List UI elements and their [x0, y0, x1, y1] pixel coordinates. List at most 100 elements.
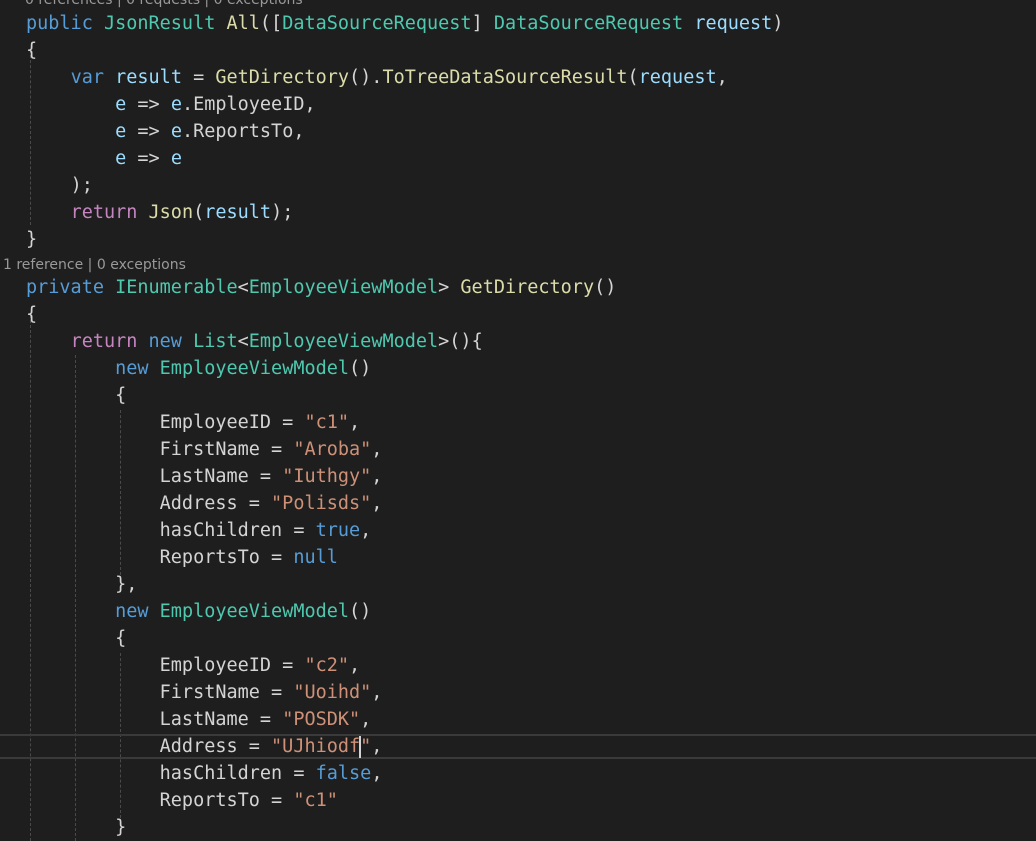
code-line[interactable]: }: [26, 226, 37, 253]
code-editor[interactable]: 0 references | 0 requests | 0 exceptions…: [0, 0, 1036, 841]
code-line[interactable]: public JsonResult All([DataSourceRequest…: [26, 10, 783, 37]
code-line[interactable]: FirstName = "Aroba",: [26, 436, 383, 463]
variable: e: [115, 121, 127, 142]
variable: result: [115, 67, 182, 88]
code-line[interactable]: e => e.EmployeeID,: [26, 91, 316, 118]
code-line[interactable]: }: [26, 814, 126, 841]
method-name: All: [226, 13, 260, 34]
null-literal: null: [293, 547, 338, 568]
punctuation: ,: [349, 655, 361, 676]
code-line[interactable]: {: [26, 37, 37, 64]
code-line[interactable]: FirstName = "Uoihd",: [26, 679, 383, 706]
code-line[interactable]: ReportsTo = "c1": [26, 787, 338, 814]
code-line[interactable]: hasChildren = false,: [26, 760, 383, 787]
method-name: Json: [148, 202, 194, 223]
punctuation: }: [26, 229, 38, 250]
keyword: private: [26, 277, 104, 298]
punctuation: >: [438, 277, 461, 298]
string-literal: "Iuthgy": [282, 466, 372, 487]
control-keyword: return: [70, 331, 138, 352]
punctuation: {: [26, 304, 38, 325]
punctuation: ): [772, 13, 784, 34]
type-name: EmployeeViewModel: [248, 277, 439, 298]
punctuation: =>: [126, 94, 171, 115]
code-line[interactable]: LastName = "Iuthgy",: [26, 463, 383, 490]
punctuation: {: [26, 40, 38, 61]
type-name: List: [193, 331, 238, 352]
code-line[interactable]: hasChildren = true,: [26, 517, 372, 544]
property: LastName: [159, 709, 249, 730]
keyword: new: [115, 601, 149, 622]
method-name: GetDirectory: [460, 277, 595, 298]
code-line[interactable]: return Json(result);: [26, 199, 294, 226]
keyword: new: [148, 331, 182, 352]
code-line[interactable]: },: [26, 571, 137, 598]
string-literal: "c1": [304, 412, 350, 433]
punctuation: =: [282, 520, 316, 541]
code-line[interactable]: var result = GetDirectory().ToTreeDataSo…: [26, 64, 728, 91]
keyword: var: [70, 67, 104, 88]
code-line[interactable]: LastName = "POSDK",: [26, 706, 372, 733]
punctuation: <: [237, 331, 249, 352]
code-line[interactable]: e => e.ReportsTo,: [26, 118, 304, 145]
property: EmployeeID: [193, 94, 305, 115]
codelens-exception-count[interactable]: 0 exceptions: [97, 257, 186, 273]
property: FirstName: [159, 439, 260, 460]
code-line[interactable]: EmployeeID = "c1",: [26, 409, 361, 436]
variable: e: [115, 94, 127, 115]
code-line[interactable]: EmployeeID = "c2",: [26, 652, 361, 679]
punctuation: ,: [304, 94, 316, 115]
punctuation: (: [193, 202, 205, 223]
punctuation: ,: [371, 466, 383, 487]
punctuation: =: [248, 466, 283, 487]
punctuation: =: [259, 547, 294, 568]
punctuation: );: [271, 202, 294, 223]
punctuation: <: [237, 277, 249, 298]
code-line[interactable]: new EmployeeViewModel(): [26, 598, 371, 625]
punctuation: ,: [360, 709, 372, 730]
punctuation: ,: [371, 736, 383, 757]
keyword: public: [26, 13, 93, 34]
code-line[interactable]: ReportsTo = null: [26, 544, 338, 571]
punctuation: >(){: [438, 331, 483, 352]
code-line[interactable]: Address = "Polisds",: [26, 490, 383, 517]
property: Address: [159, 493, 238, 514]
punctuation: =: [248, 709, 283, 730]
punctuation: (): [594, 277, 617, 298]
punctuation: =: [259, 790, 294, 811]
string-literal: "Aroba": [293, 439, 372, 460]
code-line[interactable]: e => e: [26, 145, 182, 172]
control-keyword: return: [70, 202, 138, 223]
code-line[interactable]: );: [26, 172, 93, 199]
punctuation: =>: [126, 148, 171, 169]
code-line-current[interactable]: Address = "UJhiodf",: [26, 733, 382, 760]
punctuation: =: [259, 439, 294, 460]
punctuation: ().: [349, 67, 383, 88]
codelens-reference-count[interactable]: 1 reference: [3, 257, 83, 273]
code-line[interactable]: new EmployeeViewModel(): [26, 355, 371, 382]
property: Address: [159, 736, 238, 757]
property: EmployeeID: [159, 412, 272, 433]
boolean-literal: false: [315, 763, 372, 784]
variable: e: [170, 148, 182, 169]
code-line[interactable]: private IEnumerable<EmployeeViewModel> G…: [26, 274, 616, 301]
keyword: new: [115, 358, 149, 379]
property: EmployeeID: [159, 655, 272, 676]
property: ReportsTo: [159, 547, 260, 568]
punctuation: ,: [293, 121, 305, 142]
code-line[interactable]: return new List<EmployeeViewModel>(){: [26, 328, 483, 355]
punctuation: ,: [716, 67, 728, 88]
codelens-references[interactable]: 0 references | 0 requests | 0 exceptions: [25, 0, 303, 9]
punctuation: =: [259, 682, 294, 703]
code-line[interactable]: {: [26, 301, 37, 328]
punctuation: (): [349, 601, 372, 622]
code-line[interactable]: {: [26, 382, 126, 409]
punctuation: =>: [126, 121, 171, 142]
punctuation: },: [115, 574, 138, 595]
punctuation: =: [271, 655, 305, 676]
string-literal: "c1": [293, 790, 338, 811]
punctuation: ,: [371, 493, 383, 514]
property: hasChildren: [159, 520, 283, 541]
code-line[interactable]: {: [26, 625, 126, 652]
punctuation: =: [237, 493, 272, 514]
